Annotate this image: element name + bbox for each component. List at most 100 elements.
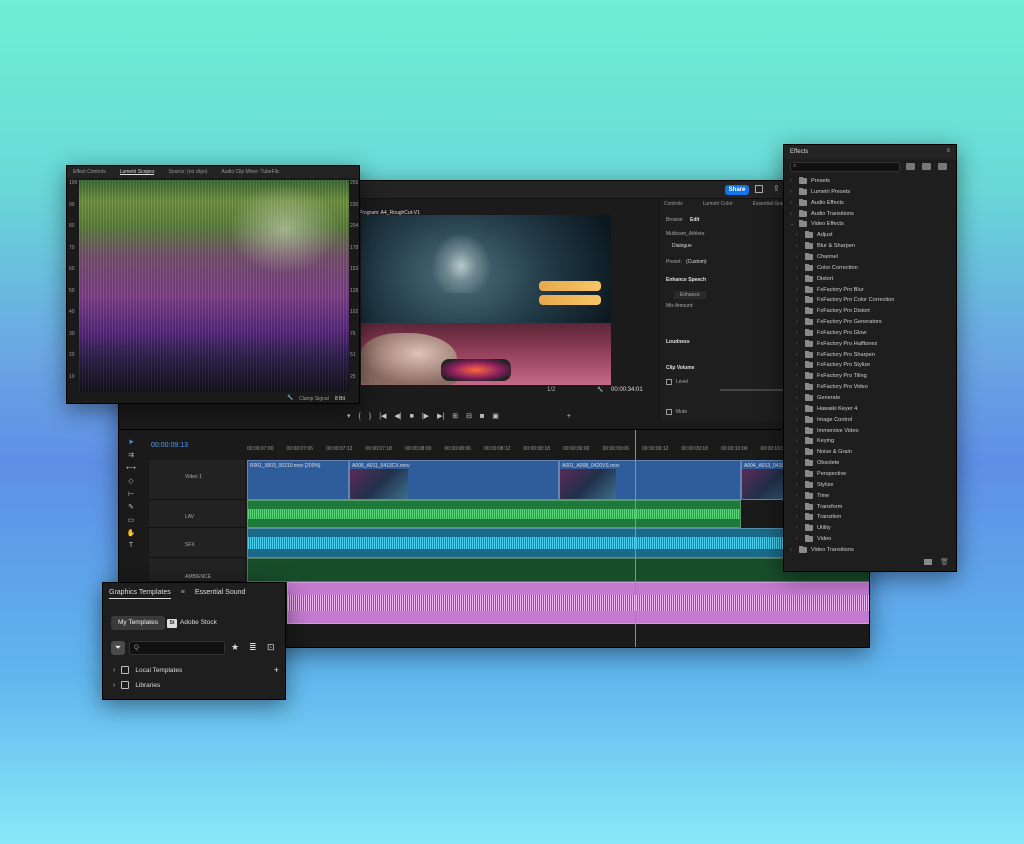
new-item-icon[interactable]: ⊡	[267, 642, 275, 653]
track-header-a3[interactable]: AMBIENCE	[149, 558, 245, 582]
tab-source[interactable]: Source: (no clips)	[168, 169, 207, 175]
video-effects-folder[interactable]: › Stylize	[796, 480, 833, 490]
go-to-out-icon[interactable]: ▶|	[437, 412, 444, 420]
razor-tool-icon[interactable]: ◇	[128, 477, 133, 485]
star-icon[interactable]: ★	[231, 642, 239, 653]
filter-icon[interactable]: ⏷	[111, 641, 125, 655]
video-clip[interactable]: A001_A008_0420VS.mov	[559, 460, 741, 500]
clamp-signal-checkbox[interactable]: Clamp Signal	[299, 396, 329, 402]
video-effects-folder[interactable]: › FxFactory Pro Blur	[796, 285, 864, 295]
video-effects-folder[interactable]: › Obsolete	[796, 458, 839, 468]
extract-icon[interactable]: ⊟	[466, 412, 472, 420]
panel-icon[interactable]	[755, 185, 763, 193]
rectangle-tool-icon[interactable]: ▭	[128, 516, 135, 524]
video-effects-folder[interactable]: › FxFactory Pro Sharpen	[796, 350, 875, 360]
tab-graphics-templates[interactable]: Graphics Templates	[109, 589, 171, 599]
lift-icon[interactable]: ⊞	[452, 412, 458, 420]
track-header-a1[interactable]: LAV	[149, 500, 245, 528]
video-effects-folder[interactable]: › FxFactory Pro Video	[796, 382, 868, 392]
tab-controls[interactable]: Controls	[664, 201, 683, 211]
effects-folder[interactable]: ⌄ Video Effects	[790, 219, 844, 229]
32bit-effects-icon[interactable]	[922, 163, 931, 170]
new-bin-icon[interactable]	[924, 559, 932, 565]
video-effects-folder[interactable]: › Generate	[796, 393, 840, 403]
video-effects-folder[interactable]: › Video	[796, 534, 831, 544]
ripple-edit-icon[interactable]: ⟷	[126, 464, 136, 472]
video-effects-folder[interactable]: › FxFactory Pro Color Correction	[796, 295, 894, 305]
enhance-button[interactable]: Enhance	[674, 291, 706, 299]
stop-icon[interactable]: ■	[410, 413, 414, 420]
program-monitor-tab[interactable]: Program: A4_RoughCut-V1	[359, 201, 659, 216]
track-select-icon[interactable]: ⇉	[128, 451, 134, 459]
video-effects-folder[interactable]: › FxFactory Pro Halftones	[796, 339, 877, 349]
selection-tool-icon[interactable]: ➤	[128, 438, 134, 446]
tab-lumetri-color[interactable]: Lumetri Color	[703, 201, 733, 211]
video-effects-folder[interactable]: › Immersive Video	[796, 426, 859, 436]
audio-clip-lav[interactable]	[247, 500, 741, 528]
bit-depth-select[interactable]: 8 Bit	[335, 396, 345, 402]
wrench-icon[interactable]: 🔧	[287, 395, 293, 401]
video-effects-folder[interactable]: › Adjust	[796, 230, 833, 240]
video-effects-folder[interactable]: › FxFactory Pro Stylize	[796, 360, 870, 370]
time-ruler[interactable]: 00:00:07:00 00:00:07:06 00:00:07:12 00:0…	[247, 446, 787, 456]
audio-clip-ambience[interactable]	[247, 558, 869, 582]
pen-tool-icon[interactable]: ✎	[128, 503, 134, 511]
out-point-icon[interactable]: }	[369, 413, 371, 420]
video-effects-folder[interactable]: › Channel	[796, 252, 838, 262]
video-effects-folder[interactable]: › Perspective	[796, 469, 846, 479]
in-point-icon[interactable]: {	[359, 413, 361, 420]
panel-menu-icon[interactable]: ≡	[181, 589, 185, 599]
list-view-icon[interactable]: ≣	[249, 642, 257, 653]
delete-icon[interactable]: 🗑	[940, 558, 949, 566]
video-effects-folder[interactable]: › Time	[796, 491, 829, 501]
adobe-stock-button[interactable]: St Adobe Stock	[167, 616, 217, 630]
add-icon[interactable]: +	[274, 665, 279, 675]
video-effects-folder[interactable]: › Blur & Sharpen	[796, 241, 855, 251]
video-effects-folder[interactable]: › Transition	[796, 512, 841, 522]
video-effects-folder[interactable]: › Hawaiki Keyer 4	[796, 404, 857, 414]
tab-edit[interactable]: Edit	[690, 217, 699, 223]
compare-icon[interactable]: ▣	[492, 412, 499, 420]
video-clip[interactable]: R001_0003_00210.mov [200%]	[247, 460, 349, 500]
video-effects-folder[interactable]: › Utility	[796, 523, 831, 533]
effects-folder[interactable]: › Lumetri Presets	[790, 187, 850, 197]
accelerated-effects-icon[interactable]	[906, 163, 915, 170]
share-button[interactable]: Share	[725, 185, 749, 195]
local-templates-row[interactable]: › Local Templates +	[113, 665, 279, 675]
tab-browse[interactable]: Browse	[666, 217, 683, 223]
effects-folder[interactable]: › Video Transitions	[790, 545, 854, 555]
effects-folder[interactable]: › Audio Transitions	[790, 209, 854, 219]
video-effects-folder[interactable]: › Keying	[796, 436, 834, 446]
tab-effect-controls[interactable]: Effect Controls	[73, 169, 106, 175]
zoom-select[interactable]: 1/2	[547, 387, 555, 393]
video-effects-folder[interactable]: › FxFactory Pro Generators	[796, 317, 882, 327]
libraries-row[interactable]: › Libraries	[113, 681, 160, 689]
marker-icon[interactable]: ▾	[347, 412, 351, 420]
effects-folder[interactable]: › Presets	[790, 176, 830, 186]
wrench-icon[interactable]: 🔧	[597, 387, 603, 393]
level-checkbox[interactable]	[666, 379, 672, 385]
checkbox[interactable]	[121, 666, 130, 674]
mute-checkbox[interactable]	[666, 409, 672, 415]
tab-essential-sound[interactable]: Essential Sound	[195, 589, 246, 599]
go-to-in-icon[interactable]: |◀	[379, 412, 386, 420]
preset-dropdown[interactable]: (Custom)	[686, 259, 707, 265]
yuv-effects-icon[interactable]	[938, 163, 947, 170]
effects-folder[interactable]: › Audio Effects	[790, 198, 844, 208]
slip-tool-icon[interactable]: ⊢	[128, 490, 134, 498]
audio-clip-music[interactable]	[287, 582, 869, 624]
checkbox[interactable]	[121, 681, 130, 689]
add-button-icon[interactable]: +	[567, 413, 571, 420]
panel-menu-icon[interactable]: ≡	[946, 148, 950, 154]
hand-tool-icon[interactable]: ✋	[127, 529, 136, 537]
tab-audio-clip-mixer[interactable]: Audio Clip Mixer: TubeFilc	[221, 169, 279, 175]
video-effects-folder[interactable]: › FxFactory Pro Glow	[796, 328, 866, 338]
my-templates-button[interactable]: My Templates	[111, 616, 165, 630]
effects-search-input[interactable]: ⌕	[790, 162, 900, 172]
templates-search-input[interactable]: Q·	[129, 641, 225, 655]
timeline-timecode[interactable]: 00:00:09:13	[151, 442, 188, 449]
tab-lumetri-scopes[interactable]: Lumetri Scopes	[119, 169, 155, 175]
video-effects-folder[interactable]: › FxFactory Pro Distort	[796, 306, 870, 316]
type-tool-icon[interactable]: T	[129, 542, 133, 549]
video-effects-folder[interactable]: › Transform	[796, 502, 842, 512]
